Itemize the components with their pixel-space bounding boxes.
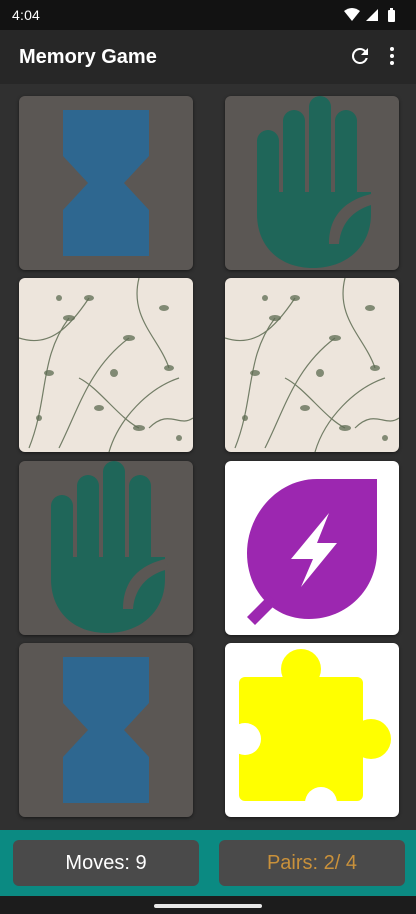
card-leaf-bolt[interactable] (225, 461, 399, 635)
refresh-icon[interactable] (348, 44, 372, 68)
moves-counter: Moves: 9 (13, 840, 199, 886)
stats-bar: Moves: 9 Pairs: 2/ 4 (0, 830, 416, 896)
card-hourglass[interactable] (19, 643, 193, 817)
pairs-counter: Pairs: 2/ 4 (219, 840, 405, 886)
battery-icon (388, 8, 395, 22)
home-gesture-handle[interactable] (154, 904, 262, 908)
status-icons (344, 8, 395, 22)
card-back[interactable] (19, 278, 193, 452)
card-puzzle[interactable] (225, 643, 399, 817)
app-bar: Memory Game (0, 30, 416, 84)
nav-bar (0, 896, 416, 914)
card-hourglass[interactable] (19, 96, 193, 270)
app-title: Memory Game (19, 46, 157, 68)
floral-card-back (225, 278, 399, 452)
card-grid (0, 84, 416, 830)
status-bar: 4:04 (0, 0, 416, 30)
card-hand[interactable] (225, 96, 399, 270)
floral-card-back (19, 278, 193, 452)
card-hand[interactable] (19, 461, 193, 635)
signal-icon (366, 9, 378, 21)
more-vert-icon[interactable] (380, 44, 404, 68)
status-time: 4:04 (12, 7, 41, 23)
card-back[interactable] (225, 278, 399, 452)
wifi-icon (344, 8, 360, 21)
